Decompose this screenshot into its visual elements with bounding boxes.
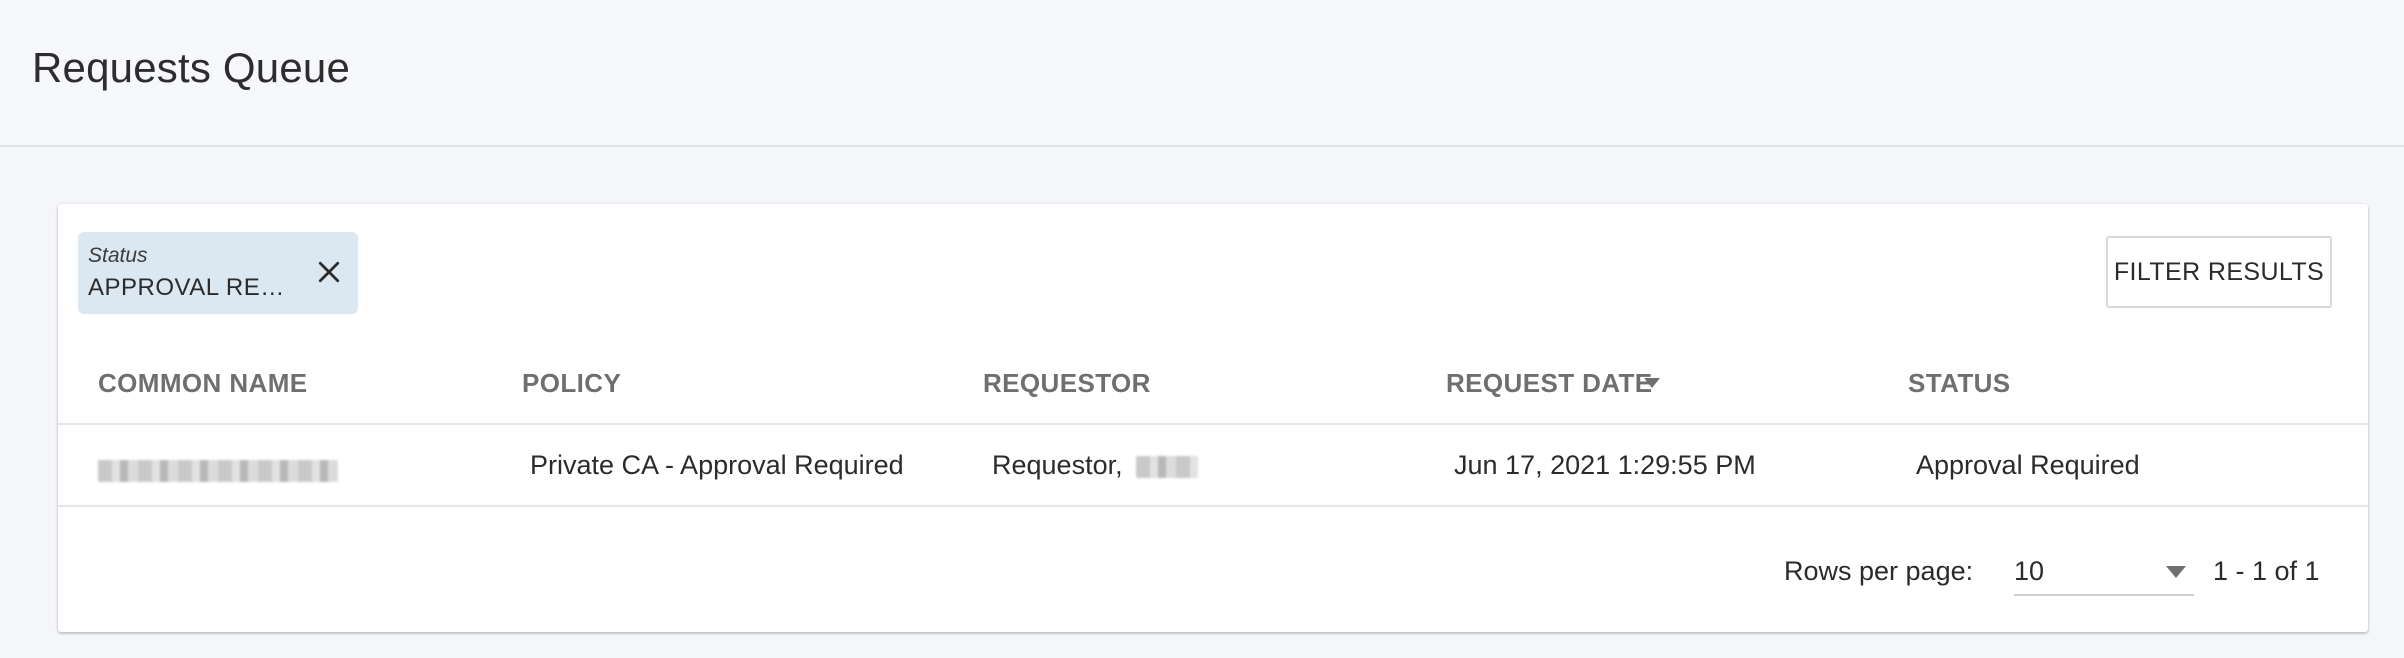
- column-header-requestor[interactable]: REQUESTOR: [983, 368, 1151, 399]
- rows-per-page-select[interactable]: 10: [2014, 548, 2194, 596]
- redacted-text: [1136, 455, 1199, 478]
- page-title: Requests Queue: [32, 44, 351, 91]
- column-header-policy[interactable]: POLICY: [522, 368, 621, 399]
- cell-common-name: [98, 454, 338, 485]
- cell-policy: Private CA - Approval Required: [530, 450, 904, 480]
- row-divider: [58, 505, 2368, 507]
- close-icon[interactable]: [314, 257, 344, 287]
- requests-card: Status APPROVAL REQ... FILTER RESULTS CO…: [58, 204, 2368, 632]
- cell-request-date: Jun 17, 2021 1:29:55 PM: [1454, 450, 1756, 480]
- header-divider: [58, 423, 2368, 425]
- requestor-name: Requestor,: [992, 450, 1123, 480]
- filter-results-button[interactable]: FILTER RESULTS: [2106, 236, 2332, 308]
- redacted-text: [98, 459, 338, 482]
- status-filter-chip[interactable]: Status APPROVAL REQ...: [78, 232, 358, 314]
- column-header-status[interactable]: STATUS: [1908, 368, 2011, 399]
- sort-descending-icon[interactable]: [1644, 378, 1660, 388]
- chip-value: APPROVAL REQ...: [88, 274, 288, 301]
- pagination-range: 1 - 1 of 1: [2213, 556, 2320, 586]
- column-header-common-name[interactable]: COMMON NAME: [98, 368, 308, 399]
- page-header: Requests Queue: [0, 0, 2404, 147]
- cell-requestor: Requestor,: [992, 450, 1199, 481]
- rows-per-page-value: 10: [2014, 556, 2045, 586]
- cell-status: Approval Required: [1916, 450, 2140, 480]
- column-header-request-date[interactable]: REQUEST DATE: [1446, 368, 1653, 399]
- chip-label: Status: [88, 244, 148, 267]
- chevron-down-icon: [2166, 566, 2186, 578]
- rows-per-page-label: Rows per page:: [1784, 556, 1974, 586]
